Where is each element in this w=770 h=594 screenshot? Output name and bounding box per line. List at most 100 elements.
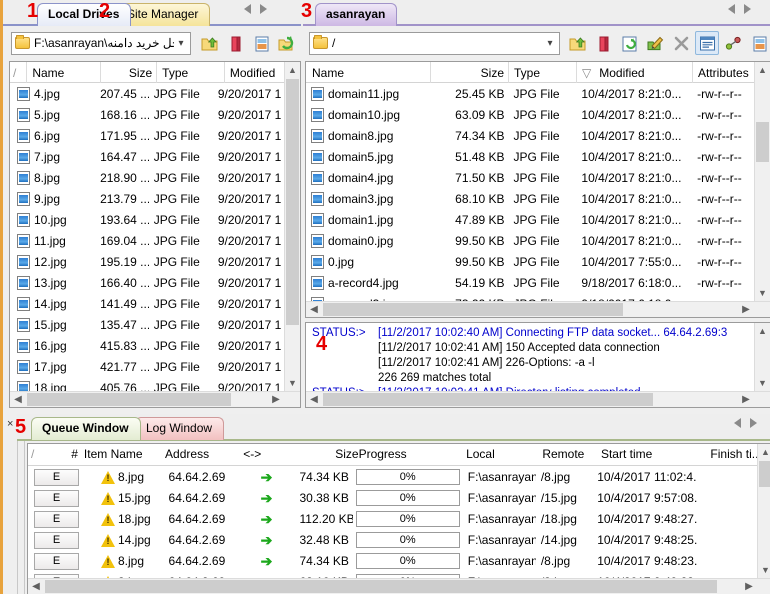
scroll-left-icon[interactable]: ◀ — [306, 302, 322, 317]
local-file-name-cell[interactable]: 11.jpg — [10, 231, 95, 252]
remote-file-name-cell[interactable]: domain5.jpg — [306, 147, 431, 168]
remote-file-row[interactable]: domain11.jpg 25.45 KB JPG File 10/4/2017 8:… — [306, 84, 754, 105]
hscroll-thumb[interactable] — [45, 580, 717, 593]
col-start-time[interactable]: Start time — [601, 444, 710, 465]
vscroll-thumb[interactable] — [759, 461, 770, 487]
scroll-left-icon[interactable] — [728, 4, 735, 14]
remote-file-name-cell[interactable]: domain8.jpg — [306, 126, 431, 147]
scroll-left-icon[interactable] — [244, 4, 251, 14]
remote-file-name-cell[interactable]: domain4.jpg — [306, 168, 431, 189]
local-file-row[interactable]: 16.jpg 415.83 ... JPG File 9/20/2017 1 — [10, 336, 284, 357]
remote-list-hscrollbar[interactable]: ◀ ▶ — [306, 301, 770, 317]
scroll-right-icon[interactable] — [744, 4, 751, 14]
scroll-right-icon[interactable]: ▶ — [738, 302, 754, 317]
local-file-row[interactable]: 12.jpg 195.19 ... JPG File 9/20/2017 1 — [10, 252, 284, 273]
local-file-row[interactable]: 6.jpg 171.95 ... JPG File 9/20/2017 1 — [10, 126, 284, 147]
remote-new-file-button[interactable] — [747, 31, 770, 55]
remote-file-name-cell[interactable]: domain10.jpg — [306, 105, 431, 126]
local-file-row[interactable]: 14.jpg 141.49 ... JPG File 9/20/2017 1 — [10, 294, 284, 315]
scroll-down-icon[interactable]: ▼ — [755, 375, 770, 391]
local-list-hscrollbar[interactable]: ◀ ▶ — [10, 391, 300, 407]
remote-up-directory-button[interactable] — [565, 31, 589, 55]
local-refresh-button[interactable] — [275, 31, 299, 55]
scroll-right-icon[interactable] — [750, 418, 757, 428]
col-attributes[interactable]: Attributes — [693, 62, 755, 83]
local-file-row[interactable]: 8.jpg 218.90 ... JPG File 9/20/2017 1 — [10, 168, 284, 189]
remote-raw-command-button[interactable] — [695, 31, 719, 55]
local-file-row[interactable]: 4.jpg 207.45 ... JPG File 9/20/2017 1 — [10, 84, 284, 105]
local-list-vscrollbar[interactable]: ▲ ▼ — [284, 62, 300, 407]
vscroll-thumb[interactable] — [756, 122, 769, 162]
remote-file-name-cell[interactable]: domain11.jpg — [306, 84, 431, 105]
queue-error-button[interactable]: E — [34, 532, 79, 549]
col-direction[interactable]: <-> — [243, 444, 298, 465]
scroll-left-icon[interactable]: ◀ — [10, 392, 26, 407]
queue-tab-scroll-arrows[interactable] — [734, 418, 757, 428]
local-path-value[interactable]: F:\asanrayan\حل خرید دامنه — [34, 36, 174, 50]
col-name[interactable]: Name — [306, 62, 431, 83]
scroll-down-icon[interactable]: ▼ — [755, 285, 770, 301]
local-file-name-cell[interactable]: 4.jpg — [10, 84, 95, 105]
local-path-combo[interactable]: F:\asanrayan\حل خرید دامنه ▾ — [11, 31, 191, 55]
col-size[interactable]: Size — [298, 444, 358, 465]
remote-path-combo[interactable]: / ▾ — [309, 31, 560, 55]
local-file-name-cell[interactable]: 7.jpg — [10, 147, 95, 168]
remote-tab-scroll-arrows[interactable] — [728, 4, 751, 14]
local-file-row[interactable]: 5.jpg 168.16 ... JPG File 9/20/2017 1 — [10, 105, 284, 126]
col-modified[interactable]: ▽ Modified — [577, 62, 693, 83]
chevron-down-icon[interactable]: ▾ — [543, 38, 557, 49]
queue-row[interactable]: E 18.jpg 64.64.2.69 ➔ 112.20 KB0% F:\asanraya… — [28, 509, 757, 530]
scroll-left-icon[interactable] — [734, 418, 741, 428]
local-file-row[interactable]: 7.jpg 164.47 ... JPG File 9/20/2017 1 — [10, 147, 284, 168]
local-file-name-cell[interactable]: 18.jpg — [10, 378, 95, 391]
remote-file-row[interactable]: domain3.jpg 68.10 KB JPG File 10/4/2017 8:2… — [306, 189, 754, 210]
log-hscrollbar[interactable]: ◀ ▶ — [306, 391, 770, 407]
local-file-list[interactable]: / Name Size Type Modified 4.jpg 207.45 ..… — [9, 61, 301, 408]
col-progress[interactable]: Progress — [359, 444, 467, 465]
status-log-panel[interactable]: STATUS:> [11/2/2017 10:02:40 AM] Connecti… — [305, 322, 770, 408]
queue-row[interactable]: E 14.jpg 64.64.2.69 ➔ 32.48 KB 0% F:\asanrayan… — [28, 530, 757, 551]
local-file-name-cell[interactable]: 8.jpg — [10, 168, 95, 189]
vscroll-thumb[interactable] — [286, 79, 299, 325]
scroll-right-icon[interactable]: ▶ — [738, 392, 754, 407]
hscroll-thumb[interactable] — [323, 303, 623, 316]
remote-file-row[interactable]: domain0.jpg 99.50 KB JPG File 10/4/2017 8:2… — [306, 231, 754, 252]
col-size[interactable]: Size — [101, 62, 158, 83]
remote-cancel-button[interactable] — [669, 31, 693, 55]
remote-file-row[interactable]: domain5.jpg 51.48 KB JPG File 10/4/2017 8:2… — [306, 147, 754, 168]
local-file-row[interactable]: 10.jpg 193.64 ... JPG File 9/20/2017 1 — [10, 210, 284, 231]
queue-table-body[interactable]: E 8.jpg 64.64.2.69 ➔ 74.34 KB 0% F:\asanrayan.… — [28, 467, 757, 578]
local-file-row[interactable]: 18.jpg 405.76 ... JPG File 9/20/2017 1 — [10, 378, 284, 391]
queue-table[interactable]: / # Item Name Address <-> Size Progress … — [27, 443, 770, 594]
scroll-down-icon[interactable]: ▼ — [285, 375, 300, 391]
remote-list-vscrollbar[interactable]: ▲ ▼ — [754, 62, 770, 317]
tab-log-window[interactable]: Log Window — [135, 417, 225, 440]
remote-file-name-cell[interactable]: domain1.jpg — [306, 210, 431, 231]
local-file-name-cell[interactable]: 15.jpg — [10, 315, 95, 336]
remote-compare-button[interactable] — [721, 31, 745, 55]
scroll-up-icon[interactable]: ▲ — [755, 323, 770, 339]
scroll-right-icon[interactable]: ▶ — [741, 579, 757, 594]
col-type[interactable]: Type — [509, 62, 577, 83]
remote-file-row[interactable]: domain10.jpg 63.09 KB JPG File 10/4/2017 8:… — [306, 105, 754, 126]
remote-file-name-cell[interactable]: domain3.jpg — [306, 189, 431, 210]
remote-file-row[interactable]: domain8.jpg 74.34 KB JPG File 10/4/2017 8:2… — [306, 126, 754, 147]
remote-refresh-button[interactable] — [617, 31, 641, 55]
local-new-file-button[interactable] — [249, 31, 273, 55]
scroll-left-icon[interactable]: ◀ — [306, 392, 322, 407]
local-file-name-cell[interactable]: 12.jpg — [10, 252, 95, 273]
scroll-up-icon[interactable]: ▲ — [755, 62, 770, 78]
remote-file-name-cell[interactable]: a-record4.jpg — [306, 273, 431, 294]
col-item-name[interactable]: Item Name — [84, 444, 165, 465]
remote-delete-button[interactable] — [591, 31, 615, 55]
scroll-up-icon[interactable]: ▲ — [758, 444, 770, 460]
queue-row-number-cell[interactable]: E — [28, 530, 85, 551]
local-file-row[interactable]: 13.jpg 166.40 ... JPG File 9/20/2017 1 — [10, 273, 284, 294]
local-file-name-cell[interactable]: 5.jpg — [10, 105, 95, 126]
remote-path-value[interactable]: / — [332, 36, 543, 50]
remote-file-name-cell[interactable]: domain0.jpg — [306, 231, 431, 252]
scroll-right-icon[interactable] — [260, 4, 267, 14]
col-type[interactable]: Type — [157, 62, 225, 83]
remote-file-row[interactable]: domain1.jpg 47.89 KB JPG File 10/4/2017 8:2… — [306, 210, 754, 231]
tab-asanrayan[interactable]: asanrayan — [315, 3, 398, 26]
